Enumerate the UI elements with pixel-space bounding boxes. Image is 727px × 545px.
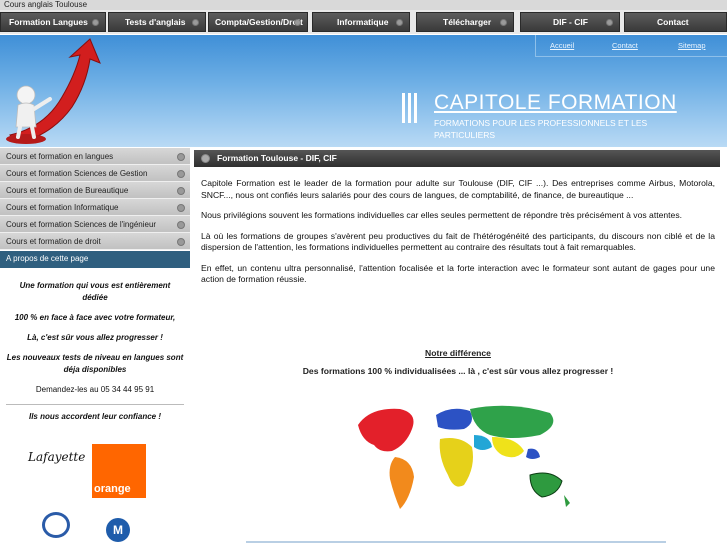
paragraph: Capitole Formation est le leader de la f… — [201, 178, 715, 200]
sidebar-item-bureautique[interactable]: Cours et formation de Bureautique — [0, 182, 190, 199]
paragraph: Là où les formations de groupes s'avèren… — [201, 230, 715, 253]
sidebar: Cours et formation en langues Cours et f… — [0, 148, 190, 431]
paragraph: Nous privilégions souvent les formations… — [201, 210, 683, 220]
site-title[interactable]: CAPITOLE FORMATION — [434, 91, 677, 115]
chevron-icon — [177, 238, 185, 246]
sidebar-item-informatique[interactable]: Cours et formation Informatique — [0, 199, 190, 216]
content-heading: Formation Toulouse - DIF, CIF — [217, 153, 337, 163]
link-contact[interactable]: Contact — [612, 41, 638, 50]
chevron-icon — [177, 221, 185, 229]
chevron-icon — [177, 170, 185, 178]
header-banner: Accueil Contact Sitemap CAPITOLE FORMATI… — [0, 35, 727, 147]
client-logos: Lafayette orange M — [0, 440, 190, 545]
promo-line: Une formation qui vous est entièrement d… — [19, 281, 171, 302]
promo-line: 100 % en face à face avec votre formateu… — [14, 313, 176, 322]
orange-logo: orange — [92, 444, 146, 498]
chevron-icon — [177, 204, 185, 212]
bullet-icon — [201, 154, 210, 163]
link-sitemap[interactable]: Sitemap — [678, 41, 706, 50]
motorola-logo: M — [106, 518, 130, 542]
promo-line: Les nouveaux tests de niveau en langues … — [6, 353, 184, 374]
difference-title: Notre différence — [425, 348, 491, 358]
nav-tests-anglais[interactable]: Tests d'anglais — [108, 12, 206, 32]
world-map-image — [358, 405, 570, 509]
link-accueil[interactable]: Accueil — [550, 41, 574, 50]
nav-informatique[interactable]: Informatique — [312, 12, 410, 32]
nav-bullet-icon — [606, 19, 613, 26]
nav-compta-gestion-droit[interactable]: Compta/Gestion/Droit — [208, 12, 308, 32]
difference-subtitle: Des formations 100 % individualisées ...… — [302, 366, 614, 376]
promo-line: Là, c'est sûr vous allez progresser ! — [27, 333, 163, 342]
nav-bullet-icon — [396, 19, 403, 26]
content-heading-bar: Formation Toulouse - DIF, CIF — [194, 150, 720, 167]
lafayette-logo: Lafayette — [28, 450, 86, 464]
sidebar-item-ingenieur[interactable]: Cours et formation Sciences de l'ingénie… — [0, 216, 190, 233]
logo-bars-icon — [402, 93, 422, 125]
sidebar-item-gestion[interactable]: Cours et formation Sciences de Gestion — [0, 165, 190, 182]
content-body: Capitole Formation est le leader de la f… — [201, 178, 715, 295]
sidebar-item-droit[interactable]: Cours et formation de droit — [0, 233, 190, 250]
growth-arrow-illustration — [6, 38, 101, 144]
nav-contact[interactable]: Contact — [624, 12, 727, 32]
divider — [246, 541, 666, 543]
sidebar-apropos[interactable]: A propos de cette page — [0, 251, 190, 268]
nav-telecharger[interactable]: Télécharger — [416, 12, 514, 32]
main-nav: Formation Langues Tests d'anglais Compta… — [0, 10, 727, 34]
top-bar: Cours anglais Toulouse — [0, 0, 727, 10]
sidebar-item-langues[interactable]: Cours et formation en langues — [0, 148, 190, 165]
nav-bullet-icon — [92, 19, 99, 26]
nav-bullet-icon — [192, 19, 199, 26]
sidebar-promo: Une formation qui vous est entièrement d… — [0, 268, 190, 423]
top-bar-text: Cours anglais Toulouse — [4, 0, 88, 9]
paragraph: En effet, un contenu ultra personnalisé,… — [201, 262, 715, 285]
site-subtitle: FORMATIONS POUR LES PROFESSIONNELS ET LE… — [434, 118, 648, 140]
header-links: Accueil Contact Sitemap — [535, 35, 727, 57]
nav-bullet-icon — [500, 19, 507, 26]
sncf-logo-icon — [42, 512, 70, 538]
chevron-icon — [177, 153, 185, 161]
confiance-title: Ils nous accordent leur confiance ! — [28, 412, 162, 421]
nav-dif-cif[interactable]: DIF - CIF — [520, 12, 620, 32]
promo-phone: Demandez-les au 05 34 44 95 91 — [35, 385, 155, 394]
nav-bullet-icon — [294, 19, 301, 26]
divider — [6, 404, 184, 405]
chevron-icon — [177, 187, 185, 195]
nav-formation-langues[interactable]: Formation Langues — [0, 12, 106, 32]
